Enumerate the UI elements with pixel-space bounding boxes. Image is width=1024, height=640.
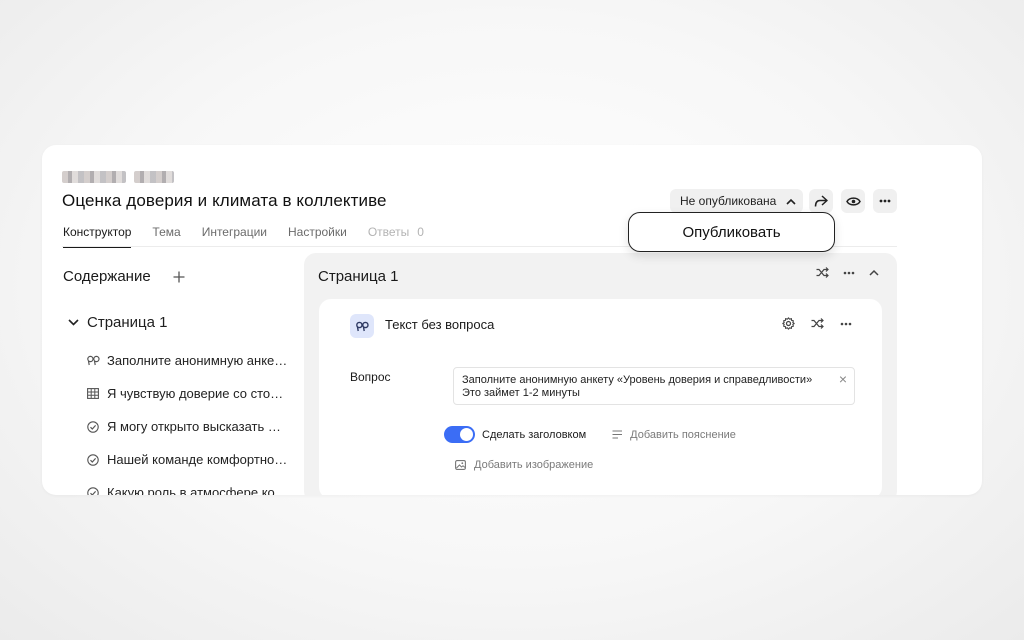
add-description-button[interactable]: Добавить пояснение bbox=[612, 429, 736, 441]
add-description-label: Добавить пояснение bbox=[630, 428, 736, 441]
editor-window: Оценка доверия и климата в коллективе Не… bbox=[42, 145, 982, 495]
question-text-line: Это займет 1-2 минуты bbox=[462, 387, 580, 399]
sidebar-item-question[interactable]: Заполните анонимную анке… bbox=[86, 344, 288, 377]
sidebar-item-label: Нашей команде комфортно… bbox=[107, 452, 288, 467]
chevron-up-icon[interactable] bbox=[869, 269, 879, 276]
sidebar-page-node[interactable]: Страница 1 bbox=[68, 314, 168, 331]
question-card: Текст без вопроса Вопрос Заполните анони… bbox=[319, 299, 882, 495]
sidebar-item-label: Я чувствую доверие со сто… bbox=[107, 386, 284, 401]
question-card-actions bbox=[782, 317, 852, 330]
sidebar-item-question[interactable]: Я могу открыто высказать … bbox=[86, 410, 288, 443]
tab-bar: Конструктор Тема Интеграции Настройки От… bbox=[63, 225, 445, 248]
more-button[interactable] bbox=[873, 189, 897, 213]
breadcrumb-blurred-item[interactable] bbox=[134, 171, 174, 183]
check-circle-icon bbox=[86, 486, 100, 495]
page-panel-actions bbox=[816, 267, 879, 278]
sidebar-item-label: Заполните анонимную анке… bbox=[107, 353, 288, 368]
publish-status-dropdown[interactable]: Не опубликована bbox=[670, 189, 803, 213]
tab-label: Ответы bbox=[367, 225, 410, 239]
page-panel-title: Страница 1 bbox=[318, 268, 399, 285]
chevron-up-icon bbox=[786, 198, 796, 205]
breadcrumb-blurred-item[interactable] bbox=[62, 171, 126, 183]
question-field-label: Вопрос bbox=[350, 370, 391, 384]
shuffle-icon[interactable] bbox=[811, 318, 824, 329]
text-lines-icon bbox=[612, 430, 623, 439]
tab-settings[interactable]: Настройки bbox=[288, 225, 347, 248]
tab-integrations[interactable]: Интеграции bbox=[202, 225, 267, 248]
tab-answers[interactable]: Ответы 0 bbox=[368, 225, 424, 248]
tab-label: Интеграции bbox=[201, 225, 267, 239]
sidebar-header: Содержание bbox=[63, 268, 185, 285]
chevron-down-icon[interactable] bbox=[68, 319, 79, 326]
publish-status-label: Не опубликована bbox=[680, 194, 777, 208]
sidebar-item-question[interactable]: Я чувствую доверие со сто… bbox=[86, 377, 288, 410]
publish-button[interactable]: Опубликовать bbox=[628, 212, 835, 252]
sidebar-item-list: Заполните анонимную анке… Я чувствую дов… bbox=[86, 344, 288, 495]
table-icon bbox=[86, 387, 100, 401]
question-type-title: Текст без вопроса bbox=[385, 317, 495, 332]
plus-icon[interactable] bbox=[173, 271, 185, 283]
sidebar-item-label: Я могу открыто высказать … bbox=[107, 419, 281, 434]
sidebar-item-question[interactable]: Какую роль в атмосфере ко… bbox=[86, 476, 288, 495]
share-icon bbox=[814, 194, 828, 207]
question-text-field[interactable]: Заполните анонимную анкету «Уровень дове… bbox=[453, 367, 855, 405]
check-circle-icon bbox=[86, 420, 100, 434]
page-panel: Страница 1 Текст без вопроса Вопрос Запо… bbox=[304, 253, 897, 495]
tab-constructor[interactable]: Конструктор bbox=[63, 225, 132, 248]
add-image-label: Добавить изображение bbox=[474, 459, 594, 471]
make-heading-toggle[interactable] bbox=[444, 426, 475, 443]
more-dots-icon[interactable] bbox=[840, 322, 852, 326]
quote-icon bbox=[350, 314, 374, 338]
sidebar-item-question[interactable]: Нашей команде комфортно… bbox=[86, 443, 288, 476]
question-options-row: Сделать заголовком Добавить пояснение bbox=[444, 426, 736, 443]
tab-label: Тема bbox=[152, 225, 181, 239]
gear-icon[interactable] bbox=[782, 317, 795, 330]
eye-icon bbox=[845, 196, 861, 206]
share-button[interactable] bbox=[809, 189, 833, 213]
shuffle-icon[interactable] bbox=[816, 267, 829, 278]
sidebar-title: Содержание bbox=[63, 268, 151, 285]
tab-theme[interactable]: Тема bbox=[152, 225, 180, 248]
breadcrumb bbox=[62, 171, 174, 183]
make-heading-label: Сделать заголовком bbox=[482, 428, 587, 441]
add-image-button[interactable]: Добавить изображение bbox=[455, 459, 593, 471]
tab-label: Настройки bbox=[287, 225, 347, 239]
preview-button[interactable] bbox=[841, 189, 865, 213]
more-dots-icon bbox=[879, 199, 891, 203]
more-dots-icon[interactable] bbox=[843, 271, 855, 275]
tab-label: Конструктор bbox=[63, 225, 132, 239]
question-text-line: Заполните анонимную анкету «Уровень дове… bbox=[462, 374, 813, 386]
sidebar-item-label: Какую роль в атмосфере ко… bbox=[107, 485, 288, 495]
check-circle-icon bbox=[86, 453, 100, 467]
sidebar-page-label: Страница 1 bbox=[87, 314, 168, 331]
image-icon bbox=[455, 460, 466, 470]
page-title: Оценка доверия и климата в коллективе bbox=[62, 191, 387, 210]
publish-button-label: Опубликовать bbox=[682, 223, 781, 241]
quote-icon bbox=[86, 354, 100, 368]
answers-count: 0 bbox=[417, 225, 424, 239]
close-icon[interactable]: × bbox=[839, 372, 847, 386]
